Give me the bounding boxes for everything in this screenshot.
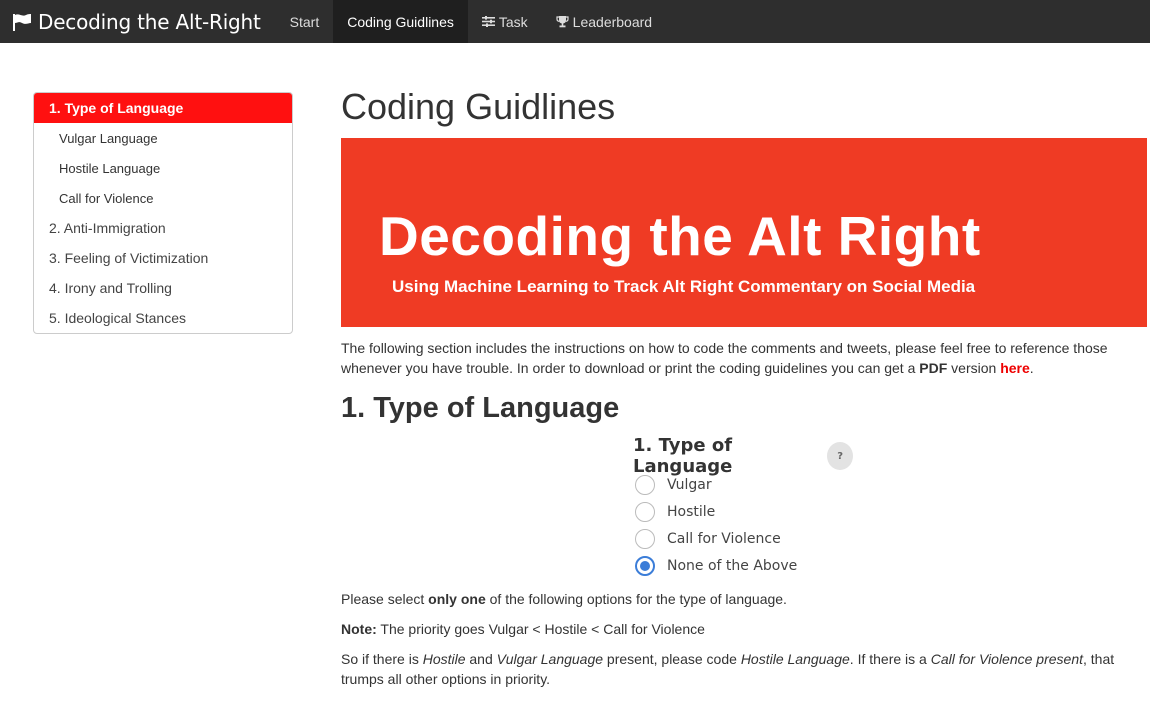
banner-title: Decoding the Alt Right	[379, 205, 981, 267]
p3-text: So if there is	[341, 651, 423, 667]
guidelines-sidebar: 1. Type of Language Vulgar Language Host…	[33, 92, 293, 334]
sidebar-item-feeling-of-victimization[interactable]: 3. Feeling of Victimization	[34, 243, 292, 273]
example-question-form: 1. Type of Language ? Vulgar Hostile Cal…	[633, 435, 853, 579]
instruction-paragraph: Please select only one of the following …	[341, 589, 1141, 609]
p3-text: . If there is a	[849, 651, 931, 667]
intro-version: version	[947, 360, 1001, 376]
brand-link[interactable]: Decoding the Alt-Right	[0, 0, 276, 43]
sidebar-item-type-of-language[interactable]: 1. Type of Language	[34, 93, 292, 123]
question-title-text: 1. Type of Language	[633, 435, 733, 477]
p3-italic: Call for Violence present	[930, 651, 1084, 667]
nav-coding-guidelines-label: Coding Guidlines	[347, 13, 454, 30]
note-label: Note:	[341, 621, 377, 637]
p3-text: and	[465, 651, 497, 667]
help-icon[interactable]: ?	[827, 442, 853, 470]
sidebar-item-irony-and-trolling[interactable]: 4. Irony and Trolling	[34, 273, 292, 303]
sidebar-item-hostile-language[interactable]: Hostile Language	[34, 153, 292, 183]
radio-label: Call for Violence	[667, 530, 781, 547]
banner-subtitle: Using Machine Learning to Track Alt Righ…	[392, 277, 976, 296]
section-title: 1. Type of Language	[341, 392, 620, 424]
radio-option-call-for-violence[interactable]: Call for Violence	[633, 525, 853, 552]
trophy-icon	[556, 16, 569, 28]
p3-text: present, please code	[603, 651, 741, 667]
pdf-download-link[interactable]: here	[1000, 360, 1030, 376]
sidebar-item-vulgar-language[interactable]: Vulgar Language	[34, 123, 292, 153]
top-navbar: Decoding the Alt-Right Start Coding Guid…	[0, 0, 1150, 43]
radio-label: Hostile	[667, 503, 716, 520]
instr-text: of the following options for the type of…	[485, 591, 787, 607]
instr-bold: only one	[428, 591, 486, 607]
nav-leaderboard-label: Leaderboard	[572, 13, 653, 30]
sliders-icon	[481, 16, 495, 27]
nav-coding-guidelines[interactable]: Coding Guidlines	[333, 0, 468, 43]
main-content: Coding Guidlines Decoding the Alt Right …	[341, 84, 1147, 428]
question-title: 1. Type of Language ?	[633, 435, 853, 477]
radio-button[interactable]	[635, 474, 655, 495]
radio-button-checked[interactable]	[635, 555, 655, 576]
priority-paragraph: So if there is Hostile and Vulgar Langua…	[341, 649, 1141, 689]
intro-paragraph: The following section includes the instr…	[341, 338, 1147, 378]
p3-italic: Hostile	[422, 651, 466, 667]
sidebar-item-call-for-violence[interactable]: Call for Violence	[34, 183, 292, 213]
intro-end: .	[1029, 360, 1034, 376]
nav-leaderboard[interactable]: Leaderboard	[542, 0, 666, 43]
flag-icon	[13, 13, 31, 31]
header-banner: Decoding the Alt Right Using Machine Lea…	[341, 138, 1147, 327]
nav-start[interactable]: Start	[276, 0, 334, 43]
radio-option-none-of-the-above[interactable]: None of the Above	[633, 552, 853, 579]
instr-text: Please select	[341, 591, 429, 607]
note-text: The priority goes Vulgar < Hostile < Cal…	[376, 621, 705, 637]
radio-label: None of the Above	[667, 557, 798, 574]
sidebar-item-ideological-stances[interactable]: 5. Ideological Stances	[34, 303, 292, 333]
radio-button[interactable]	[635, 501, 655, 522]
radio-button[interactable]	[635, 528, 655, 549]
nav-task[interactable]: Task	[468, 0, 542, 43]
radio-label: Vulgar	[667, 476, 712, 493]
page-title: Coding Guidlines	[341, 86, 616, 127]
brand-title: Decoding the Alt-Right	[38, 9, 261, 34]
sidebar-item-anti-immigration[interactable]: 2. Anti-Immigration	[34, 213, 292, 243]
p3-italic: Hostile Language	[740, 651, 850, 667]
p3-italic: Vulgar Language	[496, 651, 604, 667]
note-paragraph: Note: The priority goes Vulgar < Hostile…	[341, 619, 1141, 639]
nav-start-label: Start	[289, 13, 320, 30]
nav-task-label: Task	[498, 13, 528, 30]
radio-option-hostile[interactable]: Hostile	[633, 498, 853, 525]
intro-pdf: PDF	[919, 360, 948, 376]
